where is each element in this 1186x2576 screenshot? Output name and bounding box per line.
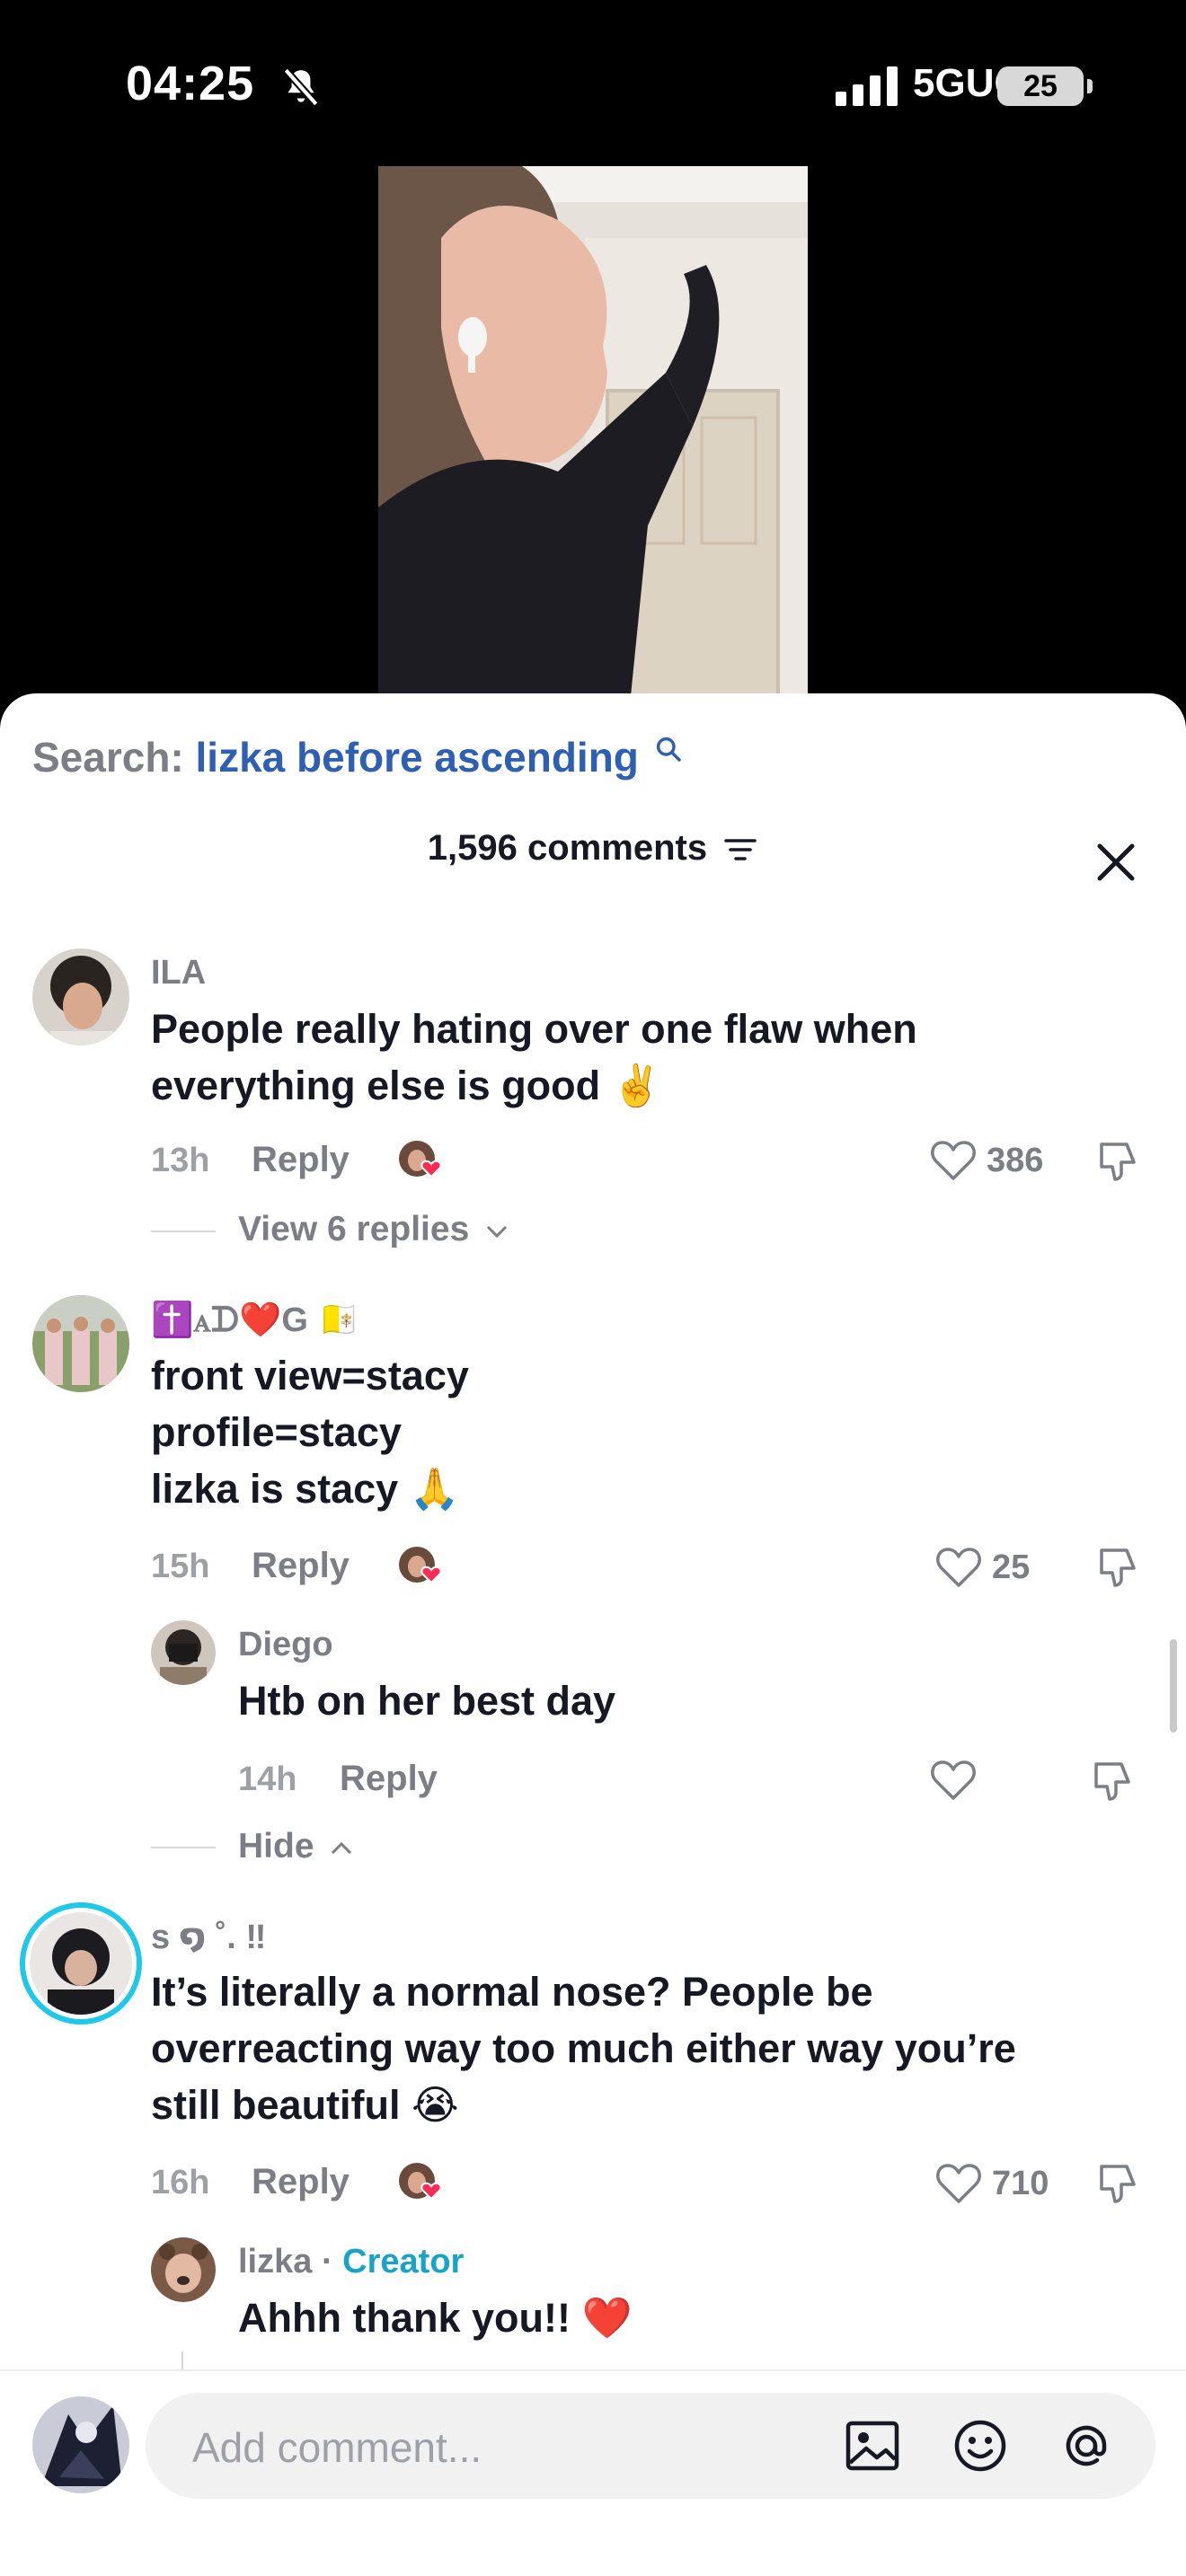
like-count: 386 <box>987 1141 1044 1179</box>
search-icon <box>656 737 681 762</box>
heart-icon <box>931 1760 976 1800</box>
reply-username[interactable]: Diego <box>238 1626 333 1664</box>
image-icon[interactable] <box>843 2416 902 2475</box>
avatar[interactable] <box>151 2237 216 2302</box>
battery-indicator: 25 <box>997 66 1084 106</box>
comment-input-placeholder: Add comment... <box>192 2424 482 2471</box>
comment-username[interactable]: ILA <box>151 954 206 992</box>
comment-composer: Add comment... <box>0 2369 1186 2576</box>
my-avatar[interactable] <box>32 2396 129 2493</box>
comment-username[interactable]: ✝️ꭺᗪ❤️G 🇻🇦 <box>151 1301 360 1340</box>
view-replies-button[interactable]: View 6 replies <box>238 1210 509 1249</box>
comment-text-line: front view=stacy <box>151 1353 469 1398</box>
comment-text-line: People really hating over one flaw when <box>151 1006 917 1052</box>
dislike-icon[interactable] <box>1096 1543 1145 1592</box>
comments-header: 1,596 comments <box>0 828 1186 869</box>
comment-text-line: overreacting way too much either way you… <box>151 2025 1016 2071</box>
comment-text-line: everything else is good ✌️ <box>151 1063 662 1108</box>
heart-icon <box>931 1141 976 1180</box>
creator-username: lizka <box>238 2243 313 2280</box>
comment-text-line: It’s literally a normal nose? People be <box>151 1969 873 2015</box>
mention-icon[interactable] <box>1057 2416 1116 2475</box>
creator-liked-icon <box>399 1141 442 1178</box>
status-time: 04:25 <box>126 57 255 110</box>
comment-time: 13h <box>151 1142 210 1179</box>
like-button[interactable] <box>929 1758 978 1803</box>
reply-text: Htb on her best day <box>238 1678 616 1724</box>
comment-username[interactable]: s ໑ ˚. ‼ <box>151 1917 266 1957</box>
reply-button[interactable]: Reply <box>340 1759 438 1799</box>
reply-button[interactable]: Reply <box>252 1140 350 1180</box>
creator-liked-icon <box>399 1547 442 1584</box>
thread-line <box>151 1231 216 1232</box>
reply-button[interactable]: Reply <box>252 1546 350 1586</box>
chevron-up-icon <box>332 1841 352 1854</box>
search-suggestion[interactable]: Search: lizka before ascending <box>32 733 683 781</box>
search-label: Search: <box>32 734 184 781</box>
avatar[interactable] <box>32 948 129 1045</box>
like-button[interactable]: 25 <box>934 1545 1030 1590</box>
reply-text: Ahhh thank you!! ❤️ <box>238 2295 633 2341</box>
status-bar: 04:25 5GUC 25 <box>0 0 1186 171</box>
thread-line <box>151 1847 216 1848</box>
creator-liked-icon <box>399 2163 442 2201</box>
like-button[interactable]: 710 <box>934 2161 1049 2206</box>
search-query-link[interactable]: lizka before ascending <box>196 734 639 781</box>
comments-count: 1,596 comments <box>427 828 708 868</box>
dislike-icon[interactable] <box>1096 2159 1145 2208</box>
reply-time: 14h <box>238 1760 297 1798</box>
like-count: 25 <box>992 1548 1031 1586</box>
comment-time: 16h <box>151 2164 210 2201</box>
comment-text-line: lizka is stacy 🙏 <box>151 1466 460 1512</box>
comments-sheet: Search: lizka before ascending 1,596 com… <box>0 693 1186 2576</box>
heart-icon <box>936 1548 981 1587</box>
separator-dot: · <box>321 2243 333 2280</box>
like-button[interactable]: 386 <box>929 1138 1043 1183</box>
battery-nub <box>1087 79 1093 93</box>
chevron-down-icon <box>487 1225 508 1238</box>
avatar[interactable] <box>151 1620 216 1685</box>
heart-icon <box>936 2164 981 2203</box>
like-count: 710 <box>992 2164 1049 2202</box>
close-icon[interactable] <box>1091 837 1141 887</box>
creator-badge: Creator <box>342 2243 465 2280</box>
reply-button[interactable]: Reply <box>252 2162 350 2202</box>
video-thumbnail <box>378 166 808 705</box>
comment-input[interactable]: Add comment... <box>146 2393 1155 2499</box>
view-replies-label: View 6 replies <box>238 1210 470 1248</box>
dislike-icon[interactable] <box>1096 1137 1145 1186</box>
scrollbar[interactable] <box>1170 1639 1177 1733</box>
dislike-icon[interactable] <box>1091 1757 1139 1805</box>
emoji-icon[interactable] <box>951 2416 1010 2475</box>
hide-replies-label: Hide <box>238 1827 314 1866</box>
sort-filter-icon[interactable] <box>722 836 758 863</box>
avatar-story-ring[interactable] <box>20 1902 142 2025</box>
avatar[interactable] <box>32 1295 129 1392</box>
reply-username[interactable]: lizka · Creator <box>238 2243 464 2281</box>
bell-muted-icon <box>283 67 319 107</box>
hide-replies-button[interactable]: Hide <box>238 1827 354 1866</box>
comment-text-line: still beautiful 😭 <box>151 2082 459 2128</box>
video-preview[interactable] <box>378 166 808 705</box>
signal-icon <box>836 66 898 106</box>
comment-time: 15h <box>151 1548 210 1585</box>
comment-text-line: profile=stacy <box>151 1409 402 1455</box>
